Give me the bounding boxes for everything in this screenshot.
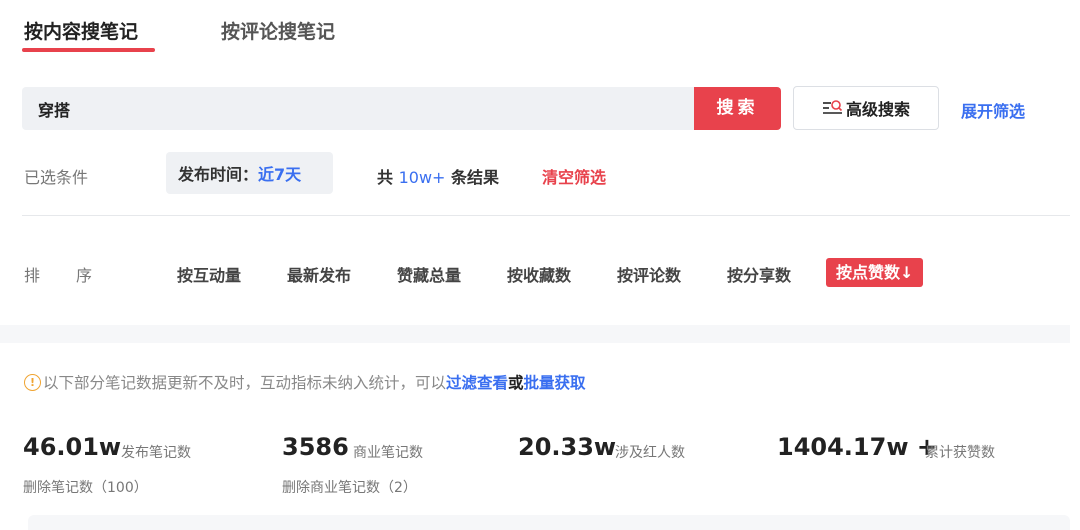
result-count: 共 10w+ 条结果 <box>377 164 499 188</box>
clear-filters-link[interactable]: 清空筛选 <box>542 164 606 188</box>
notice-text: 以下部分笔记数据更新不及时，互动指标未纳入统计，可以 <box>43 374 447 392</box>
results-panel-top <box>28 515 1070 530</box>
tab-search-by-comment[interactable]: 按评论搜笔记 <box>221 20 335 44</box>
search-input[interactable] <box>22 87 694 130</box>
stat-sub-deleted-notes: 删除笔记数（100） <box>23 480 148 496</box>
chip-key: 发布时间： <box>178 165 259 184</box>
section-separator <box>0 325 1070 343</box>
result-count-prefix: 共 <box>377 168 394 187</box>
tab-search-by-content[interactable]: 按内容搜笔记 <box>24 20 138 44</box>
tab-active-indicator <box>22 48 155 52</box>
advanced-search-icon <box>822 100 843 114</box>
search-button[interactable]: 搜索 <box>694 87 781 130</box>
sort-label: 排序 <box>24 266 129 285</box>
expand-filters-link[interactable]: 展开筛选 <box>961 98 1025 122</box>
result-count-suffix: 条结果 <box>451 168 500 187</box>
sort-by-interaction[interactable]: 按互动量 <box>177 262 241 286</box>
filter-view-link[interactable]: 过滤查看 <box>446 371 508 393</box>
advanced-search-button[interactable]: 高级搜索 <box>793 86 939 130</box>
sort-by-like-collect-total[interactable]: 赞藏总量 <box>397 262 461 286</box>
stat-label-total-likes: 累计获赞数 <box>925 445 995 461</box>
publish-time-filter-chip[interactable]: 发布时间： 近7天 <box>166 152 333 194</box>
sort-by-comments[interactable]: 按评论数 <box>617 262 681 286</box>
divider <box>22 215 1070 216</box>
stat-label-influencers: 涉及红人数 <box>615 445 685 461</box>
sort-by-shares[interactable]: 按分享数 <box>727 262 791 286</box>
sort-by-newest[interactable]: 最新发布 <box>287 262 351 286</box>
warning-icon: ! <box>24 373 41 391</box>
stat-label-commercial-notes: 商业笔记数 <box>353 445 423 461</box>
stat-label-published-notes: 发布笔记数 <box>121 445 191 461</box>
advanced-search-label: 高级搜索 <box>845 100 910 119</box>
sort-by-collects[interactable]: 按收藏数 <box>507 262 571 286</box>
selected-conditions-label: 已选条件 <box>24 168 89 187</box>
stat-value-commercial-notes: 3586 <box>282 433 349 461</box>
stat-value-total-likes: 1404.17w + <box>777 433 937 461</box>
stat-sub-deleted-commercial-notes: 删除商业笔记数（2） <box>282 480 417 496</box>
data-notice: ! 以下部分笔记数据更新不及时，互动指标未纳入统计，可以 过滤查看 或 批量获取 <box>24 371 586 393</box>
stat-value-published-notes: 46.01w <box>23 433 122 461</box>
sort-by-likes-active[interactable]: 按点赞数↓ <box>826 258 924 287</box>
stat-value-influencers: 20.33w <box>518 433 617 461</box>
result-count-value: 10w+ <box>398 168 446 187</box>
chip-value: 近7天 <box>258 165 302 184</box>
notice-or: 或 <box>508 374 524 392</box>
batch-fetch-link[interactable]: 批量获取 <box>524 371 586 393</box>
